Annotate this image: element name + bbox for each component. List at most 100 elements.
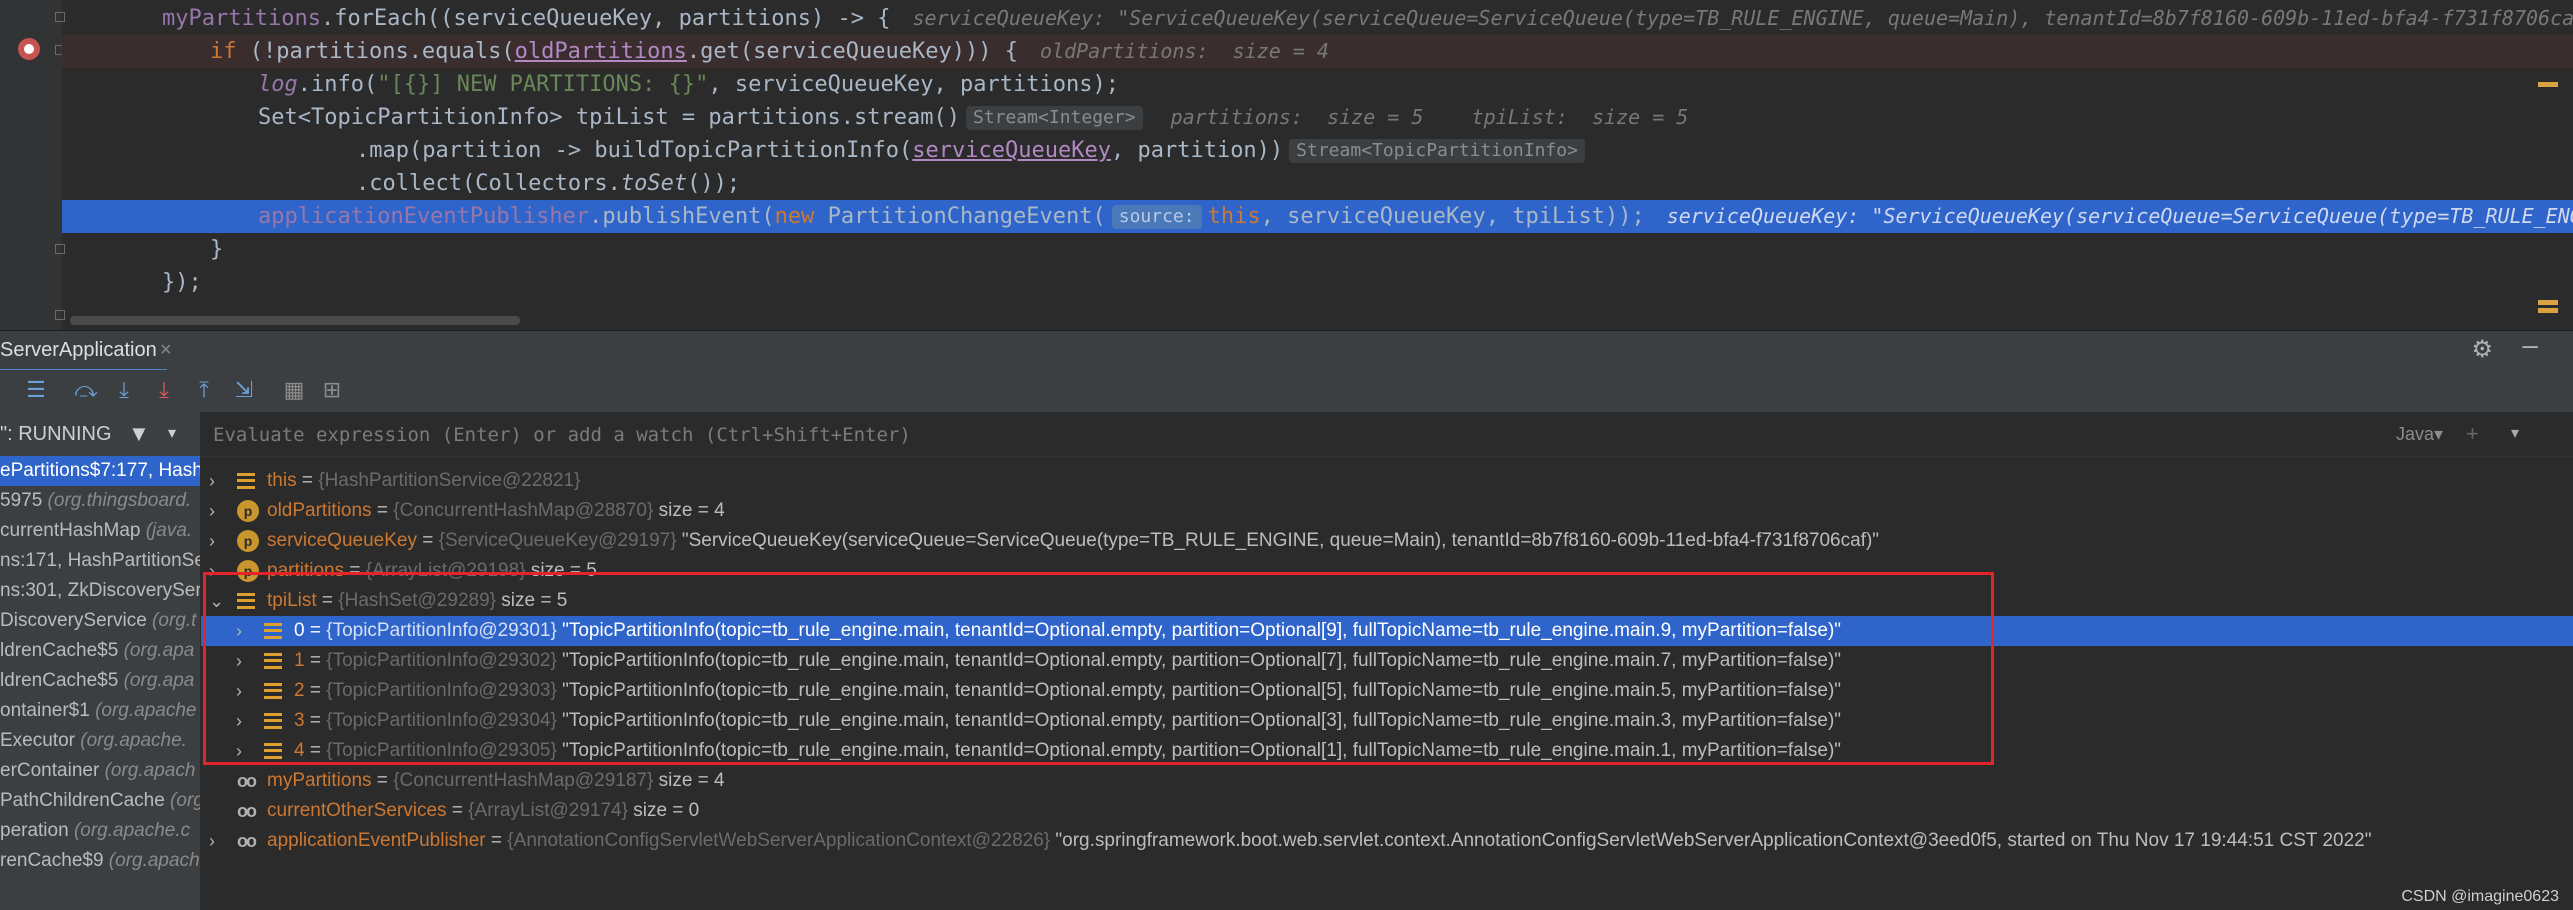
variable-value: size = 4 <box>658 770 725 791</box>
chevron-right-icon[interactable]: › <box>236 616 256 646</box>
code-text: Set<TopicPartitionInfo> tpiList = partit… <box>258 101 1688 134</box>
frame-item[interactable]: 5975 (org.thingsboard. <box>0 486 200 516</box>
variable-row[interactable]: › p oldPartitions = {ConcurrentHashMap@288… <box>201 496 2573 526</box>
frame-method: peration <box>0 820 74 841</box>
chevron-right-icon[interactable]: › <box>209 466 229 496</box>
code-text: log.info("[{}] NEW PARTITIONS: {}", serv… <box>258 68 1119 101</box>
force-step-into-icon[interactable]: ⤓ <box>150 376 178 404</box>
watch-bar: Java▾ + ▾ <box>201 412 2573 457</box>
chevron-down-icon[interactable]: ▾ <box>168 412 176 456</box>
step-into-icon[interactable]: ⤓ <box>110 376 138 404</box>
thread-status[interactable]: ": RUNNING <box>0 412 112 456</box>
language-select[interactable]: Java▾ <box>2396 412 2443 456</box>
variable-value: "TopicPartitionInfo(topic=tb_rule_engine… <box>562 710 1842 731</box>
parameter-icon: p <box>237 556 259 586</box>
variable-row[interactable]: oo currentOtherServices = {ArrayList@2917… <box>201 796 2573 826</box>
evaluate-expression-icon[interactable]: ▦ <box>280 376 308 404</box>
frame-item[interactable]: Executor (org.apache. <box>0 726 200 756</box>
variable-row[interactable]: ⌄ tpiList = {HashSet@29289} size = 5 <box>201 586 2573 616</box>
variable-ref: {TopicPartitionInfo@29303} <box>326 680 557 701</box>
variable-row[interactable]: › 4 = {TopicPartitionInfo@29305} "TopicPa… <box>201 736 2573 766</box>
code-token: .get(serviceQueueKey))) { <box>686 39 1018 64</box>
chevron-down-icon[interactable]: ⌄ <box>209 586 229 616</box>
frame-item[interactable]: ontainer$1 (org.apache <box>0 696 200 726</box>
frame-method: ontainer$1 <box>0 700 96 721</box>
variable-row[interactable]: › p partitions = {ArrayList@29198} size = … <box>201 556 2573 586</box>
evaluate-expression-input[interactable] <box>211 418 2215 452</box>
frame-item[interactable]: ns:301, ZkDiscoverySer <box>0 576 200 606</box>
variable-row[interactable]: › 3 = {TopicPartitionInfo@29304} "TopicPa… <box>201 706 2573 736</box>
frame-item[interactable]: ldrenCache$5 (org.apa <box>0 666 200 696</box>
breakpoint-icon[interactable] <box>18 38 40 60</box>
code-line[interactable]: } <box>62 233 2573 266</box>
frame-item[interactable]: ePartitions$7:177, Hash <box>0 456 200 486</box>
chevron-right-icon[interactable]: › <box>236 736 256 766</box>
variable-row[interactable]: oo myPartitions = {ConcurrentHashMap@2918… <box>201 766 2573 796</box>
code-token: .info( <box>297 72 378 97</box>
editor-horizontal-scrollbar[interactable] <box>70 316 520 325</box>
frame-item[interactable]: currentHashMap (java. <box>0 516 200 546</box>
code-text: .collect(Collectors.toSet()); <box>356 167 740 200</box>
variable-row[interactable]: › p serviceQueueKey = {ServiceQueueKey@291… <box>201 526 2573 556</box>
frame-item[interactable]: ns:171, HashPartitionSe <box>0 546 200 576</box>
code-line[interactable]: Set<TopicPartitionInfo> tpiList = partit… <box>62 101 2573 134</box>
code-token: , partition)) <box>1110 138 1284 163</box>
frame-item[interactable]: DiscoveryService (org.t <box>0 606 200 636</box>
code-token: ()); <box>687 171 741 196</box>
frame-item[interactable]: renCache$9 (org.apach <box>0 846 200 876</box>
code-token: Set<TopicPartitionInfo> tpiList = partit… <box>258 105 960 130</box>
code-line[interactable]: }); <box>62 266 2573 299</box>
step-over-icon[interactable]: ⤼ <box>72 376 100 404</box>
variable-row[interactable]: › this = {HashPartitionService@22821} <box>201 466 2573 496</box>
frame-method: DiscoveryService <box>0 610 153 631</box>
debug-tab-bar: ServerApplication × ⚙ – <box>0 329 2573 372</box>
code-editor[interactable]: myPartitions.forEach((serviceQueueKey, p… <box>0 0 2573 330</box>
trace-stream-icon[interactable]: ⊞ <box>318 376 346 404</box>
type-hint: Stream<Integer> <box>966 106 1143 130</box>
fold-icon[interactable] <box>55 310 65 320</box>
equals-sign: = <box>371 770 394 791</box>
chevron-right-icon[interactable]: › <box>236 646 256 676</box>
chevron-right-icon[interactable]: › <box>236 706 256 736</box>
code-line[interactable]: if (!partitions.equals(oldPartitions.get… <box>62 35 2573 68</box>
chevron-right-icon[interactable]: › <box>209 556 229 586</box>
code-line[interactable]: .map(partition -> buildTopicPartitionInf… <box>62 134 2573 167</box>
variable-name: 4 <box>294 740 305 761</box>
minimize-icon[interactable]: – <box>2522 329 2538 361</box>
field-list-icon <box>264 616 282 646</box>
frame-class: (org.apa <box>123 640 195 661</box>
variable-row[interactable]: › 0 = {TopicPartitionInfo@29301} "TopicPa… <box>201 616 2573 646</box>
variable-name: serviceQueueKey <box>267 530 417 551</box>
add-watch-icon[interactable]: + <box>2466 412 2479 456</box>
run-to-cursor-icon[interactable]: ⇲ <box>230 376 258 404</box>
show-execution-point-icon[interactable]: ☰ <box>22 376 50 404</box>
variable-text: 1 = {TopicPartitionInfo@29302} "TopicPar… <box>294 646 1841 676</box>
step-out-icon[interactable]: ⤒ <box>190 376 218 404</box>
frame-item[interactable]: erContainer (org.apach <box>0 756 200 786</box>
code-line[interactable]: applicationEventPublisher.publishEvent(n… <box>62 200 2573 233</box>
code-token: , serviceQueueKey, tpiList)); <box>1260 204 1645 229</box>
code-line[interactable]: log.info("[{}] NEW PARTITIONS: {}", serv… <box>62 68 2573 101</box>
variable-row[interactable]: › 2 = {TopicPartitionInfo@29303} "TopicPa… <box>201 676 2573 706</box>
close-icon[interactable]: × <box>160 331 172 369</box>
filter-icon[interactable]: ▼ <box>128 412 150 456</box>
frame-item[interactable]: ldrenCache$5 (org.apa <box>0 636 200 666</box>
gear-icon[interactable]: ⚙ <box>2471 335 2493 364</box>
variable-row[interactable]: › 1 = {TopicPartitionInfo@29302} "TopicPa… <box>201 646 2573 676</box>
variable-row[interactable]: › oo applicationEventPublisher = {Annotati… <box>201 826 2573 856</box>
chevron-right-icon[interactable]: › <box>236 676 256 706</box>
frame-item[interactable]: peration (org.apache.c <box>0 816 200 846</box>
code-line[interactable]: myPartitions.forEach((serviceQueueKey, p… <box>62 2 2573 35</box>
frames-panel: ": RUNNING ▼ ▾ ePartitions$7:177, Hash 59… <box>0 412 201 910</box>
code-line[interactable]: .collect(Collectors.toSet()); <box>62 167 2573 200</box>
warning-marker-icon[interactable] <box>2538 308 2558 313</box>
chevron-right-icon[interactable]: › <box>209 526 229 556</box>
chevron-right-icon[interactable]: › <box>209 496 229 526</box>
warning-marker-icon[interactable] <box>2538 82 2558 87</box>
frame-item[interactable]: PathChildrenCache (org <box>0 786 200 816</box>
chevron-right-icon[interactable]: › <box>209 826 229 856</box>
tab-server-application[interactable]: ServerApplication <box>0 331 167 372</box>
warning-marker-icon[interactable] <box>2538 300 2558 305</box>
chevron-down-icon[interactable]: ▾ <box>2511 412 2519 456</box>
frame-class: (java. <box>145 520 193 541</box>
